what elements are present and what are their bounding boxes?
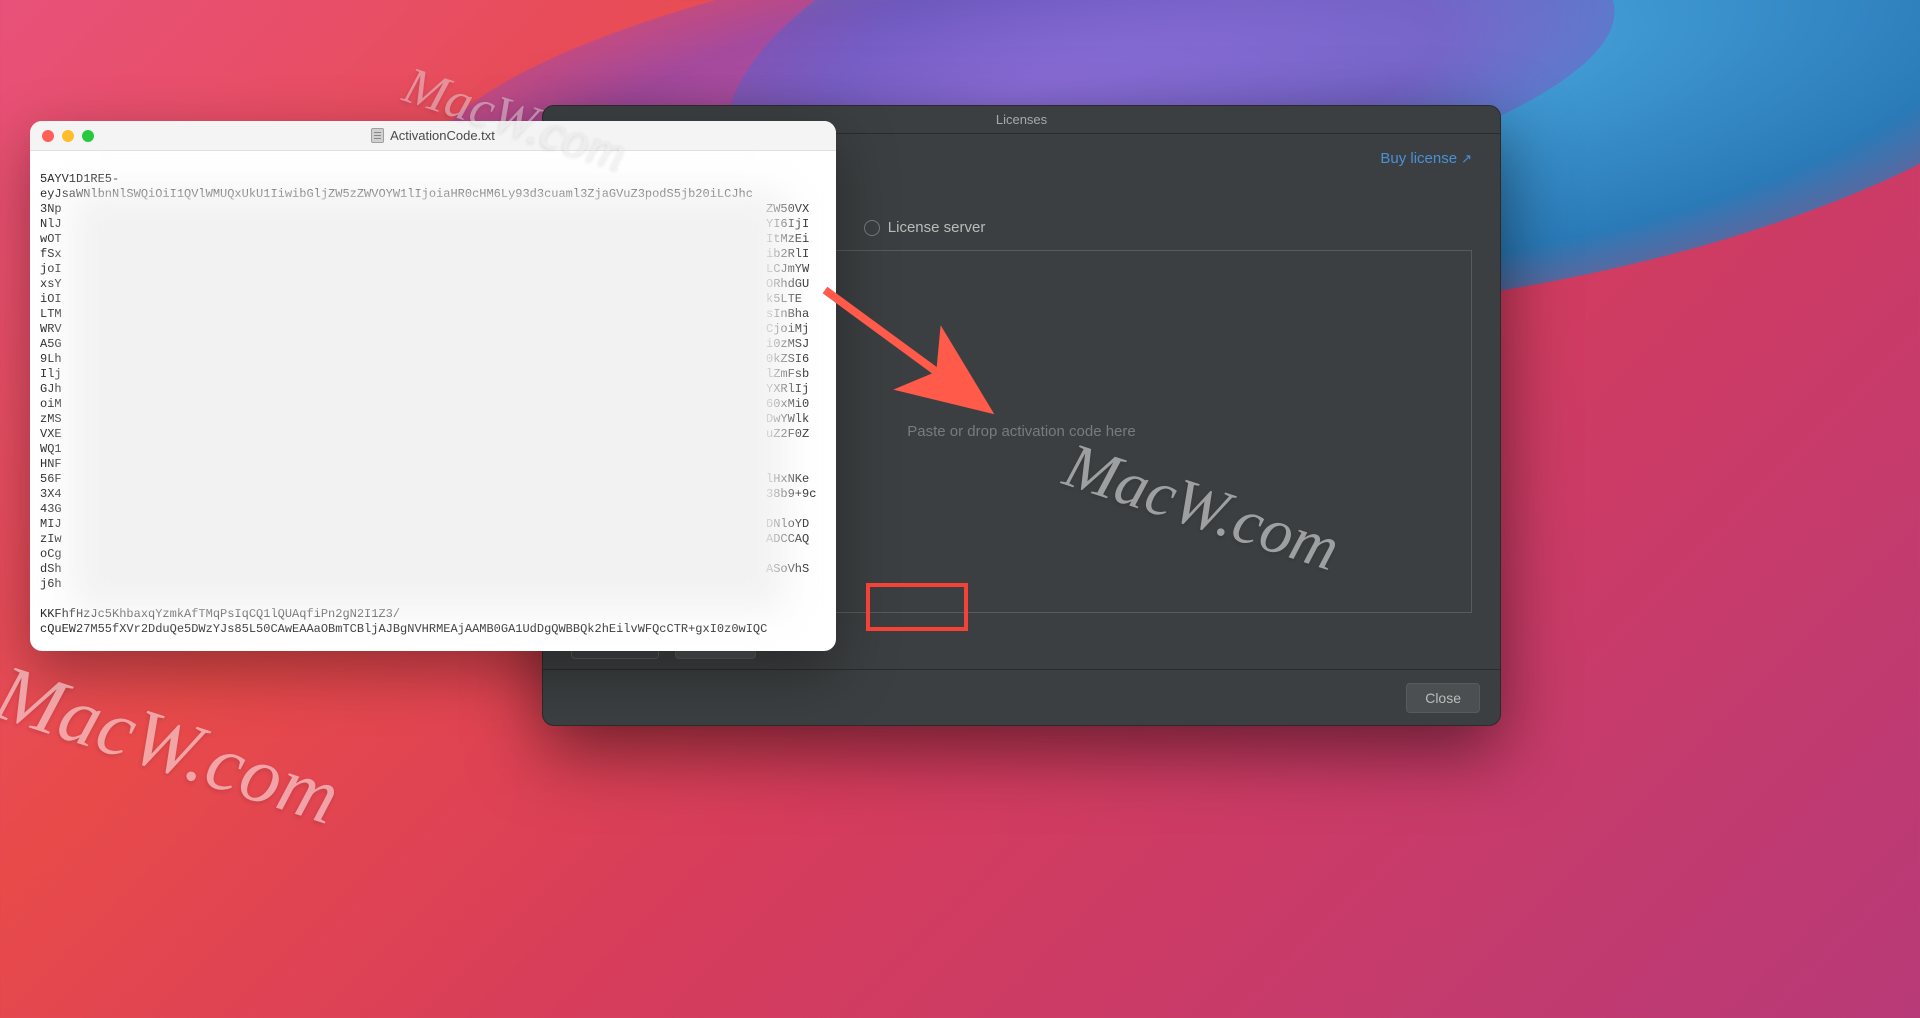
text-editor-title: ActivationCode.txt <box>30 128 836 143</box>
radio-license-server[interactable]: License server <box>864 219 986 236</box>
radio-server-label: License server <box>888 219 986 236</box>
text-lines-bottom: KKFhfHzJc5KhbaxqYzmkAfTMqPsIqCQ1lQUAqfiP… <box>40 607 767 636</box>
external-link-icon: ↗ <box>1461 151 1472 167</box>
text-editor-body[interactable]: 5AYV1D1RE5- eyJsaWNlbnNlSWQiOiI1QVlWMUQx… <box>30 151 836 651</box>
watermark: MacW.com <box>0 647 350 843</box>
text-editor-filename: ActivationCode.txt <box>390 128 495 143</box>
close-button[interactable]: Close <box>1406 683 1480 713</box>
text-editor-window: ActivationCode.txt 5AYV1D1RE5- eyJsaWNlb… <box>30 121 836 651</box>
blur-censor-overlay <box>70 191 786 611</box>
radio-circle-icon <box>864 220 880 236</box>
buy-license-link[interactable]: Buy license ↗ <box>1380 150 1472 167</box>
document-icon <box>371 128 384 143</box>
droparea-placeholder: Paste or drop activation code here <box>907 423 1135 440</box>
licenses-footer: Close <box>543 669 1500 725</box>
buy-license-label: Buy license <box>1380 150 1457 167</box>
text-editor-titlebar: ActivationCode.txt <box>30 121 836 151</box>
licenses-title: Licenses <box>996 112 1047 127</box>
